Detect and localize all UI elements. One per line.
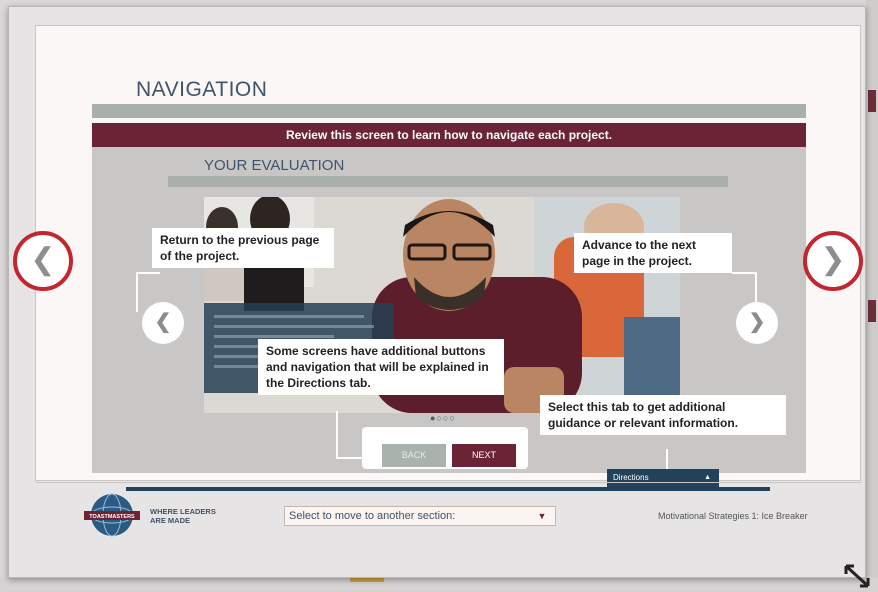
example-directions-tab: Directions ▲	[607, 469, 719, 487]
dropdown-arrow-icon: ▼	[537, 511, 547, 521]
project-window: NAVIGATION Review this screen to learn h…	[8, 6, 866, 578]
directions-tab-callout: Select this tab to get additional guidan…	[540, 395, 786, 435]
project-name: Motivational Strategies 1: Ice Breaker	[658, 511, 808, 521]
section-select-value: Select to move to another section:	[289, 510, 456, 522]
placeholder-text-line	[214, 335, 334, 338]
callout-connector	[136, 272, 138, 312]
tagline-line: WHERE LEADERS	[150, 507, 216, 516]
next-page-callout: Advance to the next page in the project.	[574, 233, 732, 273]
directions-tab-label: Directions	[613, 473, 649, 482]
additional-navigation-callout: Some screens have additional buttons and…	[258, 339, 504, 395]
toastmasters-logo: TOASTMASTERS	[84, 493, 140, 537]
instruction-banner: Review this screen to learn how to navig…	[92, 123, 806, 147]
example-next-arrow-icon: ❯	[736, 302, 778, 344]
placeholder-text-line	[214, 325, 374, 328]
example-bottom-bar	[126, 487, 770, 491]
callout-connector	[666, 449, 668, 471]
caret-up-icon: ▲	[704, 474, 711, 481]
footer-divider	[36, 482, 862, 483]
callout-connector	[732, 272, 756, 274]
chevron-right-icon: ❯	[820, 243, 846, 276]
example-previous-arrow-icon: ❮	[142, 302, 184, 344]
previous-page-button[interactable]: ❮	[13, 231, 73, 291]
background-tab-mark	[868, 90, 876, 112]
page-title: NAVIGATION	[136, 78, 268, 101]
example-next-button: NEXT	[452, 444, 516, 467]
background-taskbar-mark	[350, 578, 384, 582]
tagline: WHERE LEADERS ARE MADE	[150, 507, 216, 525]
example-screen: YOUR EVALUATION ●○○○ ❮ ❯ Return to the p…	[92, 147, 806, 491]
section-title-bar	[168, 176, 728, 187]
background-tab-mark	[868, 300, 876, 322]
slide: NAVIGATION Review this screen to learn h…	[35, 25, 862, 537]
resize-icon[interactable]	[842, 562, 872, 590]
callout-connector	[136, 272, 160, 274]
page-indicator-dots: ●○○○	[430, 413, 456, 423]
next-page-button[interactable]: ❯	[803, 231, 863, 291]
background-window-strip	[866, 0, 878, 592]
previous-page-callout: Return to the previous page of the proje…	[152, 228, 334, 268]
title-underline-bar	[92, 104, 806, 118]
svg-text:TOASTMASTERS: TOASTMASTERS	[89, 514, 135, 520]
section-title: YOUR EVALUATION	[204, 157, 345, 174]
callout-connector	[336, 411, 338, 459]
callout-connector	[755, 272, 757, 306]
placeholder-text-line	[214, 315, 364, 318]
chevron-left-icon: ❮	[30, 243, 56, 276]
example-back-button: BACK	[382, 444, 446, 467]
tagline-line: ARE MADE	[150, 516, 191, 525]
section-select[interactable]: Select to move to another section: ▼	[284, 506, 556, 526]
background-taskbar-strip	[0, 578, 878, 592]
callout-connector	[336, 457, 364, 459]
